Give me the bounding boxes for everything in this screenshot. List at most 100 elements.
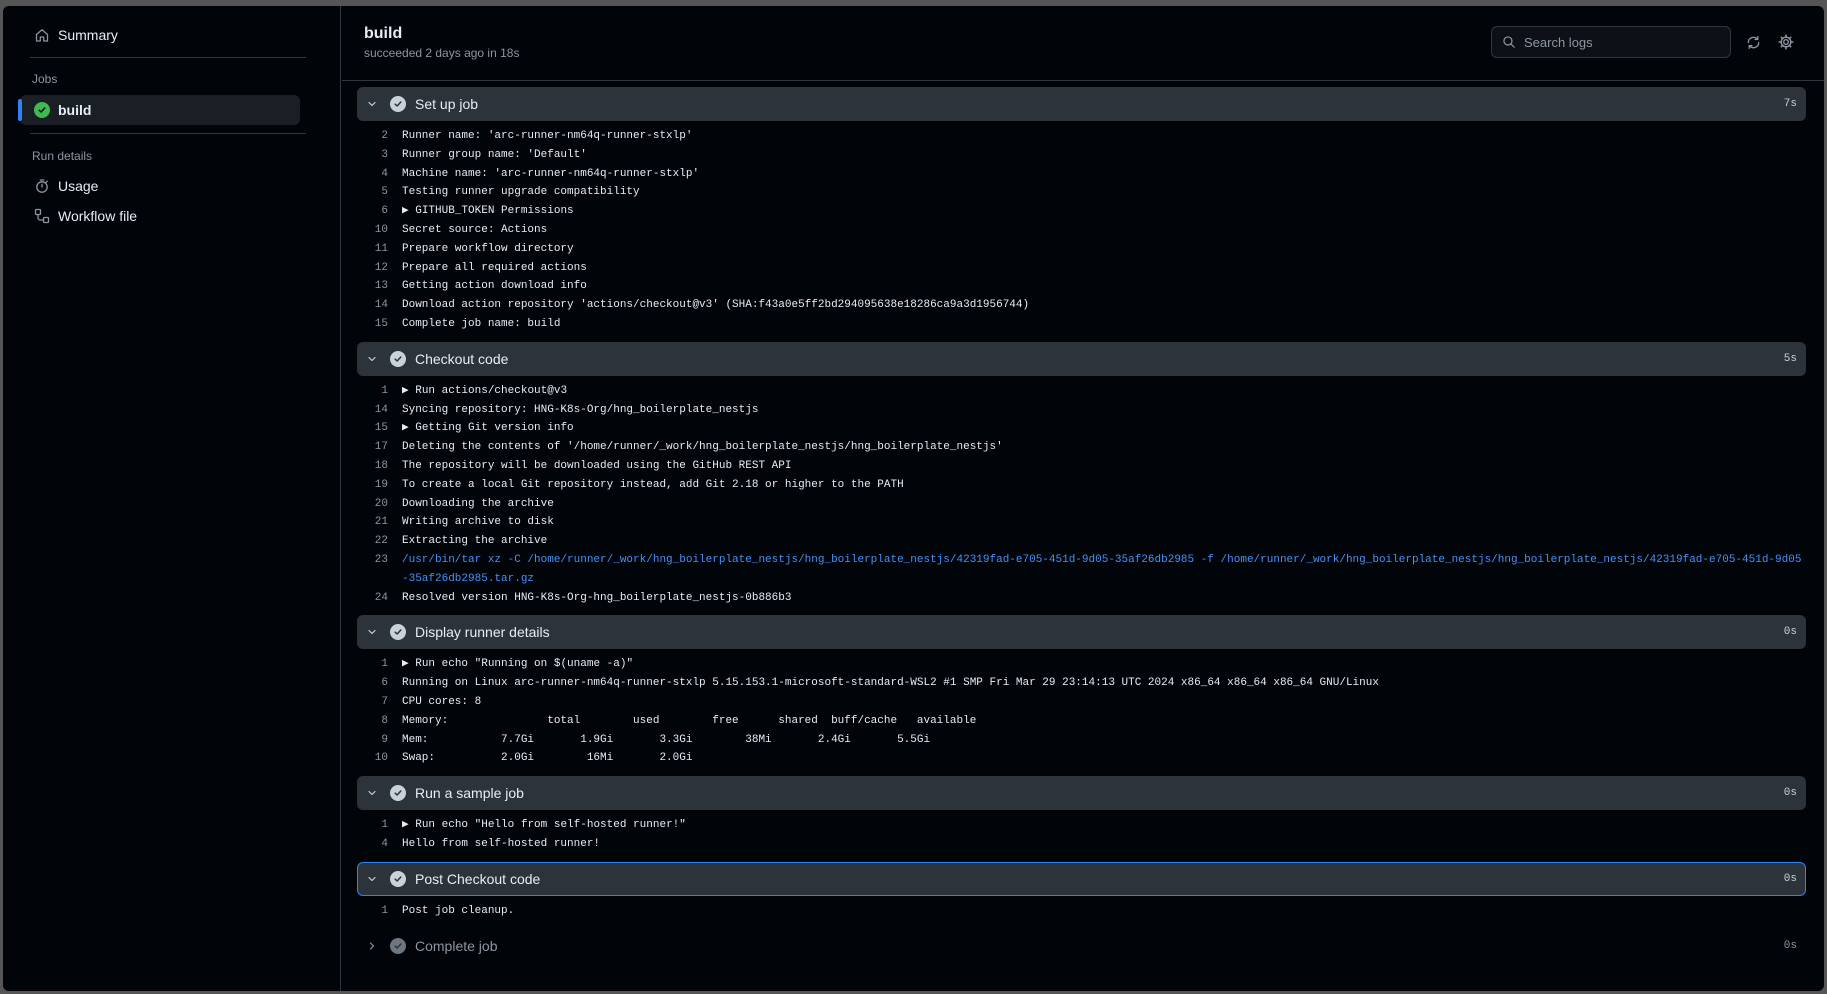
chevron-down-icon[interactable] <box>364 785 380 801</box>
sidebar-item-usage[interactable]: Usage <box>20 171 300 201</box>
line-number[interactable]: 5 <box>357 183 402 202</box>
line-number[interactable]: 24 <box>357 589 402 608</box>
line-number[interactable]: 4 <box>357 165 402 184</box>
step-header[interactable]: Checkout code 5s <box>357 341 1806 376</box>
log-line: 8 Memory: total used free shared buff/cac… <box>357 712 1806 731</box>
chevron-right-icon[interactable] <box>364 938 380 954</box>
log-text: Runner name: 'arc-runner-nm64q-runner-st… <box>402 130 693 142</box>
line-number[interactable]: 1 <box>357 382 402 401</box>
log-line: 4 Machine name: 'arc-runner-nm64q-runner-… <box>357 165 1806 184</box>
success-check-icon <box>390 350 406 367</box>
line-number[interactable]: 22 <box>357 532 402 551</box>
chevron-down-icon[interactable] <box>364 871 380 887</box>
line-number[interactable]: 2 <box>357 127 402 146</box>
step-duration: 5s <box>1783 352 1797 365</box>
line-number[interactable]: 8 <box>357 712 402 731</box>
log-line[interactable]: 1 ▶ Run echo "Running on $(uname -a)" <box>357 655 1806 674</box>
line-number[interactable]: 18 <box>357 457 402 476</box>
line-number[interactable]: 1 <box>357 655 402 674</box>
log-text: Hello from self-hosted runner! <box>402 837 601 850</box>
line-number[interactable]: 15 <box>357 419 402 438</box>
chevron-down-icon[interactable] <box>364 96 380 112</box>
success-check-icon <box>390 785 406 802</box>
line-number[interactable]: 6 <box>357 674 402 693</box>
line-number[interactable]: 21 <box>357 513 402 532</box>
step-name: Post Checkout code <box>415 870 541 887</box>
sidebar-item-label: build <box>58 102 92 118</box>
search-input[interactable] <box>1524 34 1714 50</box>
line-number[interactable]: 13 <box>357 277 402 296</box>
line-number[interactable]: 20 <box>357 495 402 514</box>
step-header[interactable]: Post Checkout code 0s <box>357 861 1806 896</box>
steps-list: Set up job 7s 2 Runner name: 'arc-runner-nm… <box>357 87 1806 963</box>
log-line: 14 Syncing repository: HNG-K8s-Org/hng_bo… <box>357 401 1806 420</box>
app-window: Summary Jobs build Run details Usage Wor… <box>3 6 1824 991</box>
line-number[interactable]: 19 <box>357 476 402 495</box>
line-number[interactable]: 7 <box>357 693 402 712</box>
log-text: Getting action download info <box>402 280 587 293</box>
line-number[interactable]: 15 <box>357 315 402 334</box>
log-text: Testing runner upgrade compatibility <box>402 186 640 199</box>
log-line: 11 Prepare workflow directory <box>357 240 1806 259</box>
log-line: 9 Mem: 7.7Gi 1.9Gi 3.3Gi 38Mi 2.4Gi 5.5Gi <box>357 731 1806 750</box>
log-text: ▶ Run actions/checkout@v3 <box>402 384 568 397</box>
log-text: Secret source: Actions <box>402 223 548 236</box>
refresh-button[interactable] <box>1743 32 1763 52</box>
sidebar-item-summary[interactable]: Summary <box>20 20 300 50</box>
log-line: 10 Secret source: Actions <box>357 221 1806 240</box>
settings-button[interactable] <box>1776 32 1796 52</box>
log-line: 19 To create a local Git repository inste… <box>357 476 1806 495</box>
log-line: 12 Prepare all required actions <box>357 259 1806 278</box>
page-title: build <box>364 25 403 42</box>
log-line[interactable]: 1 ▶ Run actions/checkout@v3 <box>357 382 1806 401</box>
line-number[interactable]: 17 <box>357 438 402 457</box>
log-text: Resolved version HNG-K8s-Org-hng_boilerp… <box>402 591 792 604</box>
log-text: Deleting the contents of '/home/runner/_… <box>402 441 1003 454</box>
line-number[interactable]: 4 <box>357 835 402 854</box>
log-line: 10 Swap: 2.0Gi 16Mi 2.0Gi <box>357 749 1806 768</box>
line-number[interactable]: 6 <box>357 202 402 221</box>
step-header[interactable]: Display runner details 0s <box>357 615 1806 650</box>
log-text: Post job cleanup. <box>402 904 515 917</box>
line-number[interactable]: 1 <box>357 816 402 835</box>
line-number[interactable]: 10 <box>357 221 402 240</box>
divider <box>30 133 306 134</box>
sidebar-item-workflow-file[interactable]: Workflow file <box>20 201 300 231</box>
line-number[interactable]: 11 <box>357 240 402 259</box>
step-header[interactable]: Complete job 0s <box>357 929 1806 963</box>
line-number[interactable]: 23 <box>357 551 402 589</box>
log-line[interactable]: 15 ▶ Getting Git version info <box>357 419 1806 438</box>
step-log: 1 ▶ Run echo "Hello from self-hosted runn… <box>357 810 1806 862</box>
log-line: 13 Getting action download info <box>357 277 1806 296</box>
search-icon <box>1502 35 1516 49</box>
sidebar-item-label: Summary <box>58 27 118 43</box>
log-text: Prepare workflow directory <box>402 242 574 255</box>
log-text: Swap: 2.0Gi 16Mi 2.0Gi <box>402 752 693 765</box>
success-check-icon <box>390 96 406 112</box>
line-number[interactable]: 12 <box>357 259 402 278</box>
line-number[interactable]: 14 <box>357 296 402 315</box>
step-section: Run a sample job 0s 1 ▶ Run echo "Hello fro… <box>357 776 1806 862</box>
log-line: 15 Complete job name: build <box>357 315 1806 334</box>
chevron-down-icon[interactable] <box>364 351 380 367</box>
search-box[interactable] <box>1491 26 1731 58</box>
log-line[interactable]: 1 ▶ Run echo "Hello from self-hosted runn… <box>357 816 1806 835</box>
log-line: 3 Runner group name: 'Default' <box>357 146 1806 165</box>
line-number[interactable]: 3 <box>357 146 402 165</box>
line-number[interactable]: 9 <box>357 731 402 750</box>
log-line: 20 Downloading the archive <box>357 495 1806 514</box>
log-line[interactable]: 6 ▶ GITHUB_TOKEN Permissions <box>357 202 1806 221</box>
chevron-down-icon[interactable] <box>364 624 380 640</box>
line-number[interactable]: 10 <box>357 749 402 768</box>
line-number[interactable]: 1 <box>357 902 402 921</box>
step-log: 1 ▶ Run echo "Running on $(uname -a)" 6 Run… <box>357 649 1806 776</box>
step-header[interactable]: Set up job 7s <box>357 87 1806 121</box>
sidebar-item-build[interactable]: build <box>18 95 300 125</box>
log-line: 6 Running on Linux arc-runner-nm64q-runne… <box>357 674 1806 693</box>
step-header[interactable]: Run a sample job 0s <box>357 776 1806 811</box>
log-text: Writing archive to disk <box>402 516 554 529</box>
log-text: Machine name: 'arc-runner-nm64q-runner-s… <box>402 167 700 180</box>
line-number[interactable]: 14 <box>357 401 402 420</box>
step-duration: 0s <box>1783 787 1797 800</box>
gear-icon <box>1778 34 1794 50</box>
